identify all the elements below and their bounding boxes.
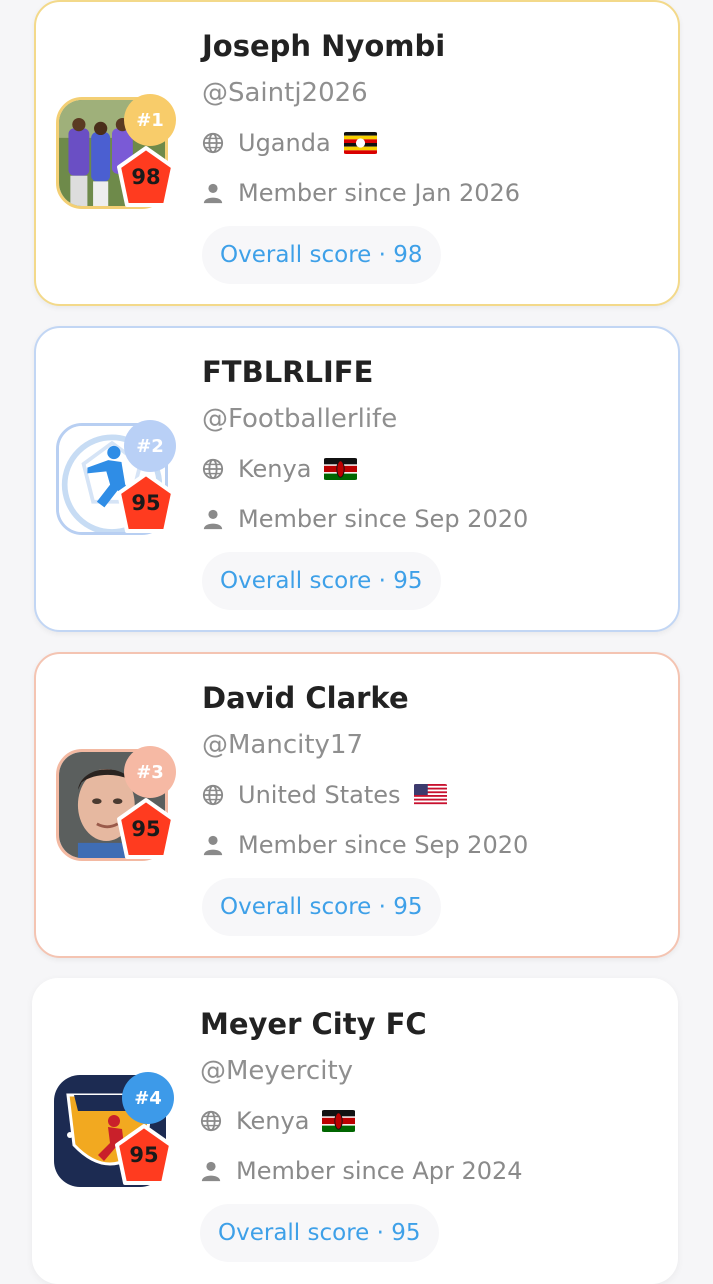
member-since-label: Member since Jan 2026 xyxy=(238,179,521,207)
member-since-label: Member since Sep 2020 xyxy=(238,505,529,533)
member-since-label: Member since Sep 2020 xyxy=(238,831,529,859)
avatar-group: #4 95 xyxy=(54,1072,174,1195)
person-icon xyxy=(202,182,224,204)
user-info: Meyer City FC @Meyercity Kenya Member si… xyxy=(200,1002,523,1262)
rank-badge: #2 xyxy=(124,420,176,472)
country-row: United States xyxy=(202,770,528,820)
rank-badge: #3 xyxy=(124,746,176,798)
avatar-group: #1 98 xyxy=(56,94,176,217)
globe-icon xyxy=(200,1110,222,1132)
user-handle: @Footballerlife xyxy=(202,404,398,434)
score-badge: 98 xyxy=(116,145,176,209)
avatar-group: #2 95 xyxy=(56,420,176,543)
overall-score-pill: Overall score · 95 xyxy=(202,878,441,936)
user-name[interactable]: FTBLRLIFE xyxy=(202,350,528,394)
user-info: David Clarke @Mancity17 United States Me… xyxy=(202,676,528,936)
overall-score-pill: Overall score · 95 xyxy=(202,552,441,610)
uganda-flag-icon xyxy=(343,132,378,154)
score-value: 95 xyxy=(129,1143,159,1167)
globe-icon xyxy=(202,784,224,806)
country-label: United States xyxy=(238,781,401,809)
kenya-flag-icon xyxy=(323,458,358,480)
member-row: Member since Sep 2020 xyxy=(202,820,528,870)
member-row: Member since Apr 2024 xyxy=(200,1146,523,1196)
leaderboard-card[interactable]: #1 98 Joseph Nyombi @Saintj2026 Uganda M… xyxy=(34,0,680,306)
score-value: 98 xyxy=(131,165,161,189)
member-row: Member since Jan 2026 xyxy=(202,168,520,218)
globe-icon xyxy=(202,132,224,154)
leaderboard-card[interactable]: #4 95 Meyer City FC @Meyercity Kenya Mem… xyxy=(32,978,678,1284)
person-icon xyxy=(202,834,224,856)
member-since-label: Member since Apr 2024 xyxy=(236,1157,523,1185)
overall-score-pill: Overall score · 98 xyxy=(202,226,441,284)
country-row: Kenya xyxy=(202,444,528,494)
score-value: 95 xyxy=(131,491,161,515)
rank-badge: #4 xyxy=(122,1072,174,1124)
user-handle: @Mancity17 xyxy=(202,730,364,760)
globe-icon xyxy=(202,458,224,480)
score-badge: 95 xyxy=(116,471,176,535)
member-row: Member since Sep 2020 xyxy=(202,494,528,544)
user-handle: @Saintj2026 xyxy=(202,78,368,108)
country-row: Uganda xyxy=(202,118,520,168)
leaderboard-card[interactable]: #3 95 David Clarke @Mancity17 United Sta… xyxy=(34,652,680,958)
country-label: Kenya xyxy=(236,1107,310,1135)
person-icon xyxy=(200,1160,222,1182)
score-badge: 95 xyxy=(114,1123,174,1187)
user-info: FTBLRLIFE @Footballerlife Kenya Member s… xyxy=(202,350,528,610)
user-name[interactable]: Joseph Nyombi xyxy=(202,24,520,68)
user-name[interactable]: Meyer City FC xyxy=(200,1002,523,1046)
country-label: Kenya xyxy=(238,455,312,483)
person-icon xyxy=(202,508,224,530)
kenya-flag-icon xyxy=(321,1110,356,1132)
score-value: 95 xyxy=(131,817,161,841)
country-row: Kenya xyxy=(200,1096,523,1146)
user-name[interactable]: David Clarke xyxy=(202,676,528,720)
overall-score-pill: Overall score · 95 xyxy=(200,1204,439,1262)
country-label: Uganda xyxy=(238,129,331,157)
score-badge: 95 xyxy=(116,797,176,861)
user-handle: @Meyercity xyxy=(200,1056,354,1086)
usa-flag-icon xyxy=(413,784,448,806)
avatar-group: #3 95 xyxy=(56,746,176,869)
user-info: Joseph Nyombi @Saintj2026 Uganda Member … xyxy=(202,24,520,284)
rank-badge: #1 xyxy=(124,94,176,146)
leaderboard-card[interactable]: #2 95 FTBLRLIFE @Footballerlife Kenya Me… xyxy=(34,326,680,632)
